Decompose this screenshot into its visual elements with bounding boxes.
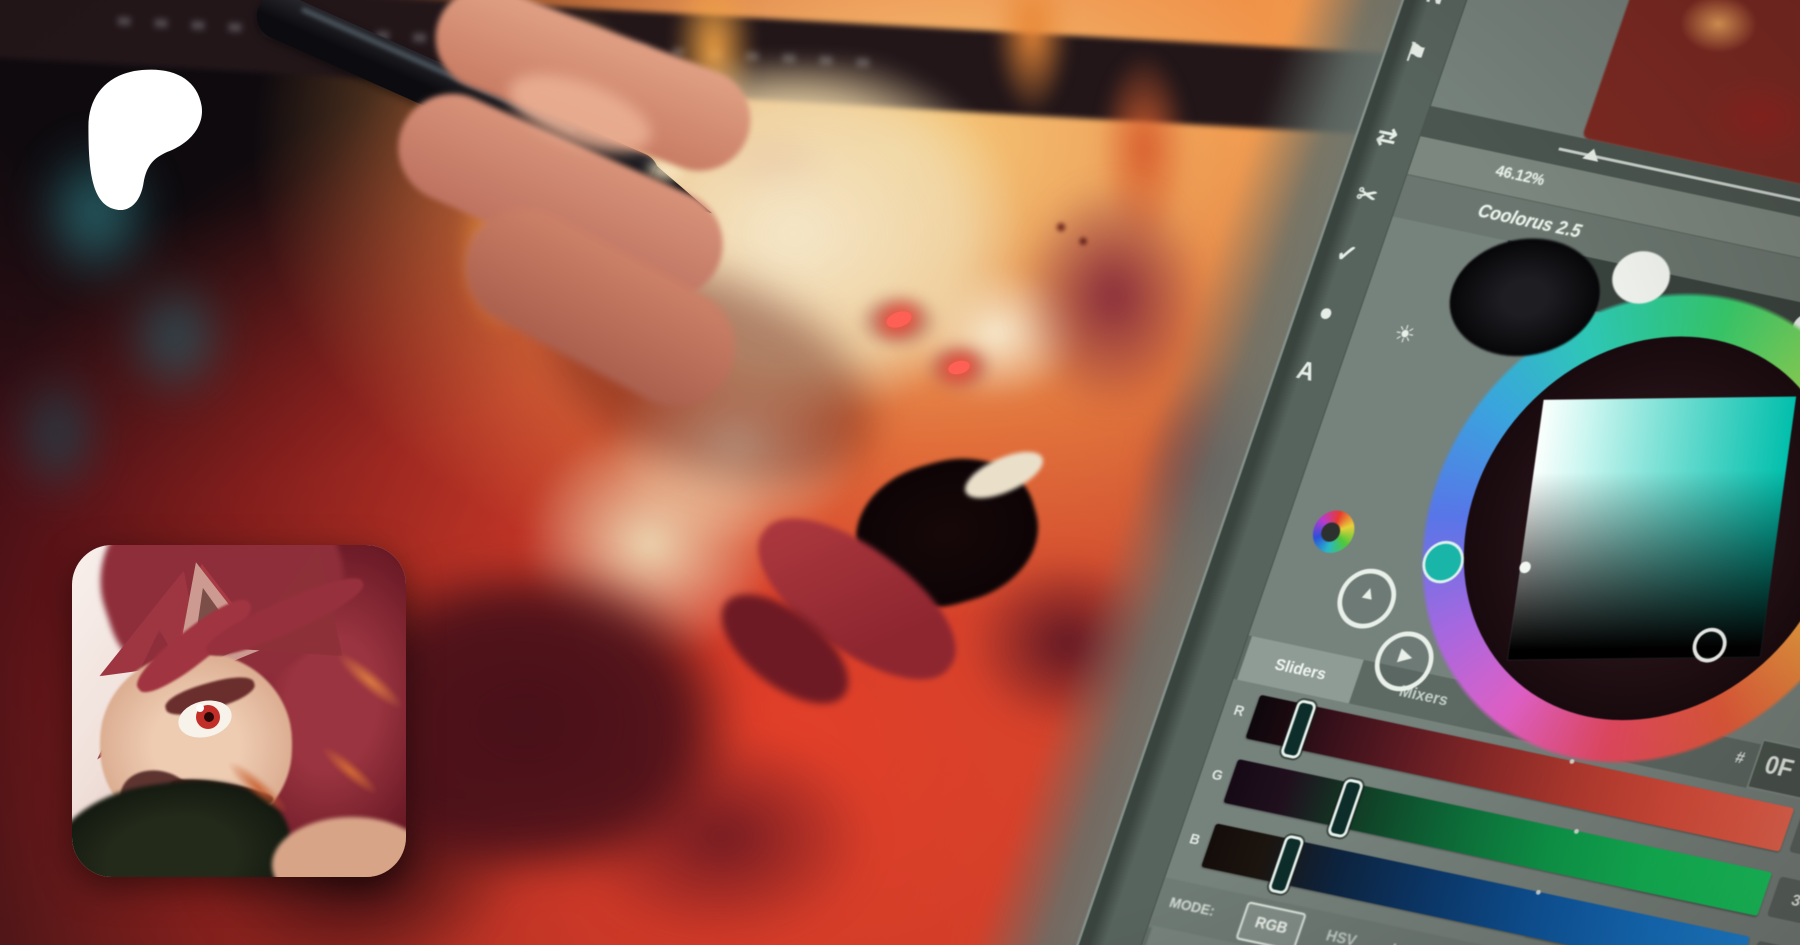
brightness-icon: ☀ [1390,318,1420,351]
blue-value: 30 [1745,941,1800,945]
avatar-eye-pupil [204,712,214,722]
zoom-level: 46.12% [1493,163,1547,190]
red-channel-label: R [1231,702,1246,720]
ear-beads [1046,214,1106,258]
blue-slider-handle [1267,834,1305,895]
slider-tick [1535,890,1541,896]
red-value: 18 [1789,812,1800,863]
mode-lab: LAB [1375,931,1436,945]
slider-tick [1574,829,1580,835]
blue-channel-label: B [1187,831,1202,849]
avatar-eye-glint [196,704,204,712]
patreon-banner-photo: ◠ N ⚑ ⇄ ✂ ✓ ● A 46.12% Coolorus 2.5 [0,0,1800,945]
mode-hsv: HSV [1309,917,1372,945]
patreon-logo[interactable] [78,64,212,216]
creator-avatar[interactable] [72,545,406,877]
panel-title: Coolorus 2.5 [1475,201,1584,243]
panel-arrow-icon [1582,147,1602,162]
red-slider-handle [1280,699,1318,760]
green-slider-handle [1327,778,1365,839]
green-value: 30 [1767,876,1800,927]
saturation-value-square [1507,397,1796,661]
color-wheel-mode-icon [1307,507,1360,557]
green-channel-label: G [1209,766,1225,784]
mode-rgb: RGB [1235,901,1307,945]
mode-label: MODE: [1167,894,1217,920]
